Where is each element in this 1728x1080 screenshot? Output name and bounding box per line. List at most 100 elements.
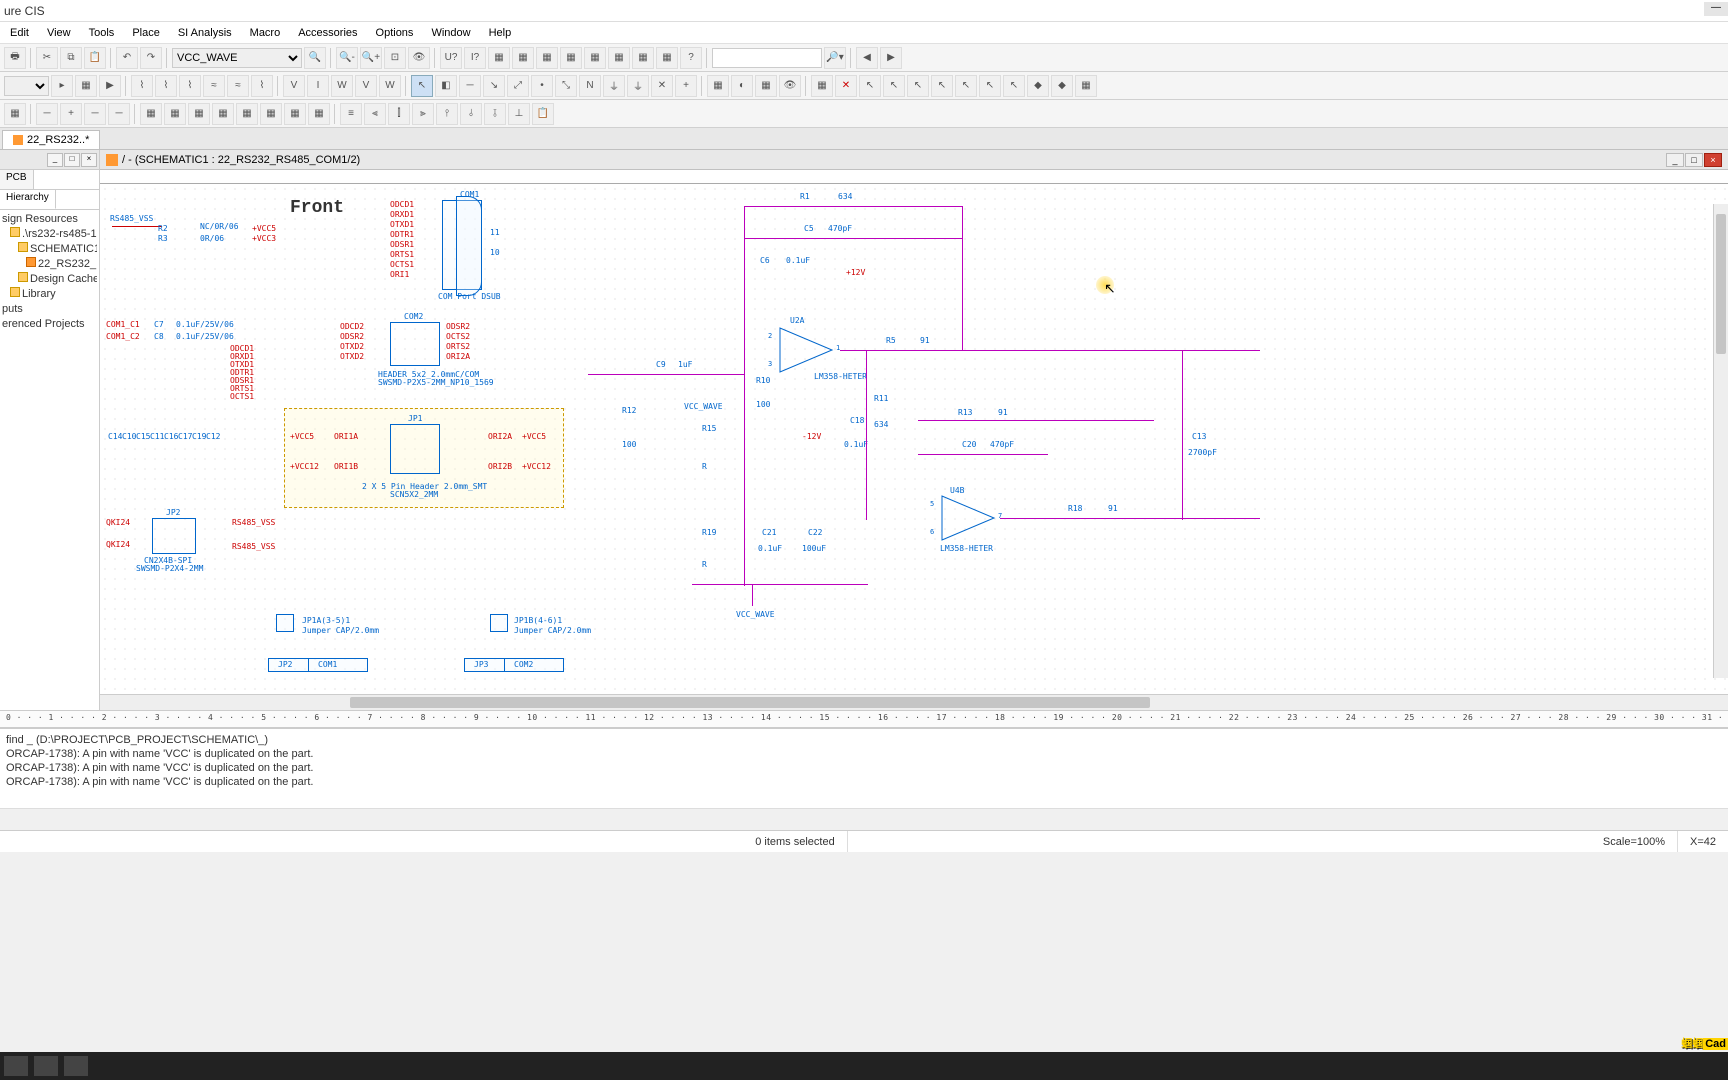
tab-pcb[interactable]: PCB: [0, 170, 34, 189]
menu-place[interactable]: Place: [124, 25, 168, 41]
menu-view[interactable]: View: [39, 25, 79, 41]
tool-e[interactable]: ▦: [584, 47, 606, 69]
t3-d[interactable]: ─: [84, 103, 106, 125]
copy-button[interactable]: ⧉: [60, 47, 82, 69]
place-wire-button[interactable]: ─: [459, 75, 481, 97]
zoom-out-button[interactable]: 🔍-: [336, 47, 358, 69]
t2-i[interactable]: V: [283, 75, 305, 97]
sidebar-close-button[interactable]: ×: [81, 153, 97, 167]
paste-button[interactable]: 📋: [84, 47, 106, 69]
t2-h[interactable]: ⌇: [251, 75, 273, 97]
tool-f[interactable]: ▦: [608, 47, 630, 69]
align-top-button[interactable]: ⫯: [436, 103, 458, 125]
align-center-button[interactable]: ⫿: [388, 103, 410, 125]
help-button[interactable]: ?: [680, 47, 702, 69]
align-left-button[interactable]: ⫷: [364, 103, 386, 125]
tool-h[interactable]: ▦: [656, 47, 678, 69]
sidebar-min-button[interactable]: _: [47, 153, 63, 167]
t3-e[interactable]: ─: [108, 103, 130, 125]
session-log[interactable]: find _ (D:\PROJECT\PCB_PROJECT\SCHEMATIC…: [0, 728, 1728, 808]
run-button[interactable]: ▶: [99, 75, 121, 97]
t2-k[interactable]: W: [331, 75, 353, 97]
t2-x3[interactable]: ◐: [731, 75, 753, 97]
align-bot-button[interactable]: ⫱: [484, 103, 506, 125]
taskbar-button[interactable]: [64, 1056, 88, 1076]
tool-c[interactable]: ▦: [536, 47, 558, 69]
place-junction-button[interactable]: •: [531, 75, 553, 97]
zoom-fit-button[interactable]: 👁: [408, 47, 430, 69]
canvas-min-button[interactable]: _: [1666, 153, 1684, 167]
place-power-button[interactable]: ⏚: [603, 75, 625, 97]
canvas-max-button[interactable]: □: [1685, 153, 1703, 167]
nav-next-button[interactable]: ▶: [880, 47, 902, 69]
t2-xa[interactable]: ↖: [931, 75, 953, 97]
t3-n[interactable]: ≡: [340, 103, 362, 125]
t2-x1[interactable]: +: [675, 75, 697, 97]
t3-o[interactable]: ⊥: [508, 103, 530, 125]
t3-m[interactable]: ▦: [308, 103, 330, 125]
place-busent-button[interactable]: ⤡: [555, 75, 577, 97]
t3-i[interactable]: ▦: [212, 103, 234, 125]
zoom-area-button[interactable]: ⊡: [384, 47, 406, 69]
search-input[interactable]: [712, 48, 822, 68]
t2-d[interactable]: ⌇: [155, 75, 177, 97]
place-net-button[interactable]: ↘: [483, 75, 505, 97]
t2-xf[interactable]: ◆: [1051, 75, 1073, 97]
menu-tools[interactable]: Tools: [81, 25, 123, 41]
t2-b[interactable]: ▦: [75, 75, 97, 97]
t3-a[interactable]: ▦: [4, 103, 26, 125]
t3-c[interactable]: +: [60, 103, 82, 125]
i-button[interactable]: I?: [464, 47, 486, 69]
tool-b[interactable]: ▦: [512, 47, 534, 69]
t2-x4[interactable]: ▦: [755, 75, 777, 97]
align-mid-button[interactable]: ⫰: [460, 103, 482, 125]
t3-h[interactable]: ▦: [188, 103, 210, 125]
sidebar-max-button[interactable]: □: [64, 153, 80, 167]
t3-b[interactable]: ─: [36, 103, 58, 125]
menu-edit[interactable]: Edit: [2, 25, 37, 41]
menu-window[interactable]: Window: [423, 25, 478, 41]
t3-f[interactable]: ▦: [140, 103, 162, 125]
place-bus-button[interactable]: ⤢: [507, 75, 529, 97]
menu-help[interactable]: Help: [481, 25, 520, 41]
minimize-button[interactable]: —: [1704, 2, 1728, 16]
t2-l[interactable]: V: [355, 75, 377, 97]
select-tool[interactable]: ↖: [411, 75, 433, 97]
taskbar-button[interactable]: [34, 1056, 58, 1076]
t2-c[interactable]: ⌇: [131, 75, 153, 97]
t2-a[interactable]: ▸: [51, 75, 73, 97]
place-netlabel-button[interactable]: N: [579, 75, 601, 97]
canvas-close-button[interactable]: ×: [1704, 153, 1722, 167]
vertical-scrollbar[interactable]: [1713, 204, 1728, 678]
menu-options[interactable]: Options: [368, 25, 422, 41]
t3-p[interactable]: 📋: [532, 103, 554, 125]
undo-button[interactable]: ↶: [116, 47, 138, 69]
t2-m[interactable]: W: [379, 75, 401, 97]
taskbar-button[interactable]: [4, 1056, 28, 1076]
place-nc-button[interactable]: ✕: [651, 75, 673, 97]
zoom-in-button[interactable]: 🔍+: [360, 47, 382, 69]
t3-g[interactable]: ▦: [164, 103, 186, 125]
delete-button[interactable]: ✕: [835, 75, 857, 97]
menu-si-analysis[interactable]: SI Analysis: [170, 25, 240, 41]
scroll-thumb[interactable]: [1716, 214, 1726, 354]
t2-x8[interactable]: ↖: [883, 75, 905, 97]
t2-xc[interactable]: ↖: [979, 75, 1001, 97]
scroll-thumb[interactable]: [350, 697, 1150, 708]
t2-g[interactable]: ≈: [227, 75, 249, 97]
nav-prev-button[interactable]: ◀: [856, 47, 878, 69]
t3-k[interactable]: ▦: [260, 103, 282, 125]
t2-xd[interactable]: ↖: [1003, 75, 1025, 97]
t3-l[interactable]: ▦: [284, 103, 306, 125]
t2-x7[interactable]: ↖: [859, 75, 881, 97]
t2-x2[interactable]: ▦: [707, 75, 729, 97]
t2-x6[interactable]: ▦: [811, 75, 833, 97]
t3-j[interactable]: ▦: [236, 103, 258, 125]
layer-select[interactable]: [4, 76, 49, 96]
t2-xg[interactable]: ▦: [1075, 75, 1097, 97]
place-part-button[interactable]: ◧: [435, 75, 457, 97]
print-button[interactable]: 🖶: [4, 47, 26, 69]
align-right-button[interactable]: ⫸: [412, 103, 434, 125]
redo-button[interactable]: ↷: [140, 47, 162, 69]
project-tree[interactable]: sign Resources .\rs232-rs485-1.dsn SCHEM…: [0, 210, 99, 334]
